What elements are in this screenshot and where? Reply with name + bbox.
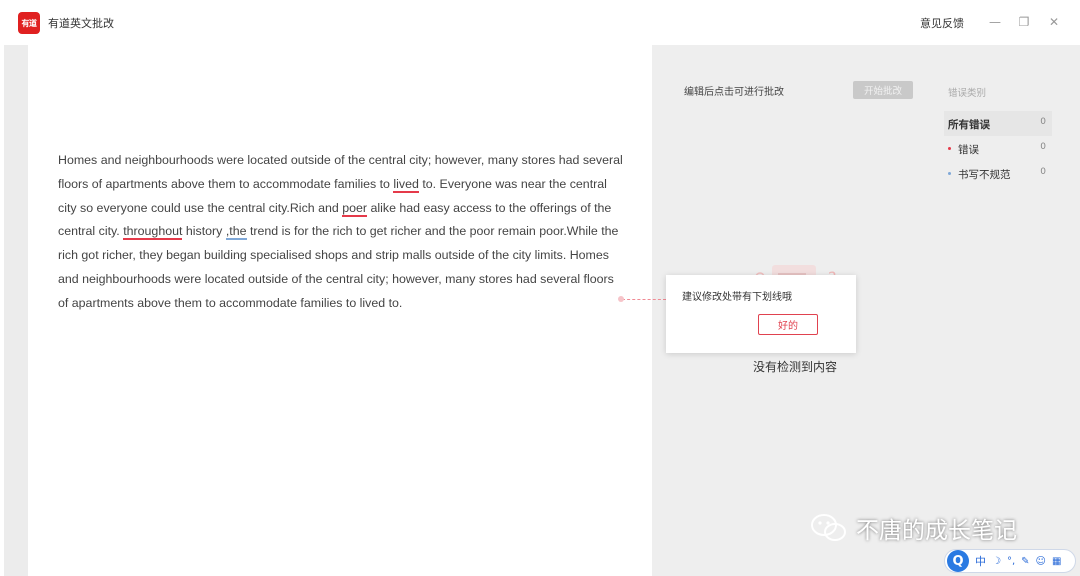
error-category-list: 所有错误 0 错误 0 书写不规范 0: [944, 111, 1052, 186]
category-errors[interactable]: 错误 0: [944, 136, 1052, 161]
feedback-link[interactable]: 意见反馈: [920, 15, 964, 31]
category-label: 错误: [958, 144, 979, 156]
blue-dot-icon: [948, 172, 951, 175]
watermark-text: 不唐的成长笔记: [856, 518, 1017, 544]
category-count: 0: [1040, 167, 1046, 177]
punctuation-icon[interactable]: °,: [1007, 556, 1015, 567]
app-logo: 有道: [18, 12, 40, 34]
essay-text[interactable]: Homes and neighbourhoods were located ou…: [58, 149, 624, 316]
red-dot-icon: [948, 147, 951, 150]
edit-hint: 编辑后点击可进行批改: [684, 87, 784, 98]
watermark: 不唐的成长笔记: [810, 510, 1017, 546]
minimize-button[interactable]: —: [986, 12, 1004, 32]
tooltip-text: 建议修改处带有下划线哦: [682, 292, 792, 303]
ime-toolbar[interactable]: Q 中 ☽ °, ✎ ☺ ▦: [944, 549, 1076, 573]
grid-icon[interactable]: ▦: [1052, 556, 1061, 567]
ime-logo-icon[interactable]: Q: [947, 550, 969, 572]
empty-state-text: 没有检测到内容: [753, 360, 838, 374]
error-underline[interactable]: throughout: [123, 224, 183, 241]
tooltip-connector: [622, 299, 666, 300]
error-underline[interactable]: poer: [342, 200, 368, 217]
category-style[interactable]: 书写不规范 0: [944, 161, 1052, 186]
close-button[interactable]: ✕: [1045, 12, 1063, 32]
wrench-icon[interactable]: ✎: [1021, 556, 1029, 567]
left-margin: [4, 45, 28, 576]
app-title: 有道英文批改: [48, 17, 114, 30]
essay-editor[interactable]: Homes and neighbourhoods were located ou…: [28, 45, 652, 576]
category-all-errors[interactable]: 所有错误 0: [944, 111, 1052, 136]
wechat-icon: [811, 514, 846, 541]
connector-dot-icon: [618, 296, 624, 302]
ime-language-toggle[interactable]: 中: [975, 553, 986, 569]
moon-icon[interactable]: ☽: [992, 556, 1001, 567]
category-count: 0: [1040, 142, 1046, 152]
error-underline[interactable]: lived: [393, 176, 419, 193]
start-correction-button[interactable]: 开始批改: [853, 81, 913, 99]
app-window: 有道 有道英文批改 意见反馈 — ❐ ✕ Homes and neighbour…: [0, 0, 1080, 576]
emoji-icon[interactable]: ☺: [1036, 556, 1046, 567]
category-title: 错误类别: [948, 88, 987, 99]
style-underline[interactable]: ,the: [225, 224, 247, 241]
category-label: 书写不规范: [958, 169, 1011, 181]
tooltip-ok-button[interactable]: 好的: [758, 314, 818, 335]
maximize-button[interactable]: ❐: [1015, 12, 1033, 32]
essay-segment: history: [182, 224, 226, 239]
category-count: 0: [1040, 117, 1046, 127]
guide-tooltip: 建议修改处带有下划线哦 好的: [666, 275, 856, 353]
title-bar[interactable]: 有道 有道英文批改 意见反馈 — ❐ ✕: [0, 0, 1080, 45]
category-label: 所有错误: [948, 119, 990, 131]
